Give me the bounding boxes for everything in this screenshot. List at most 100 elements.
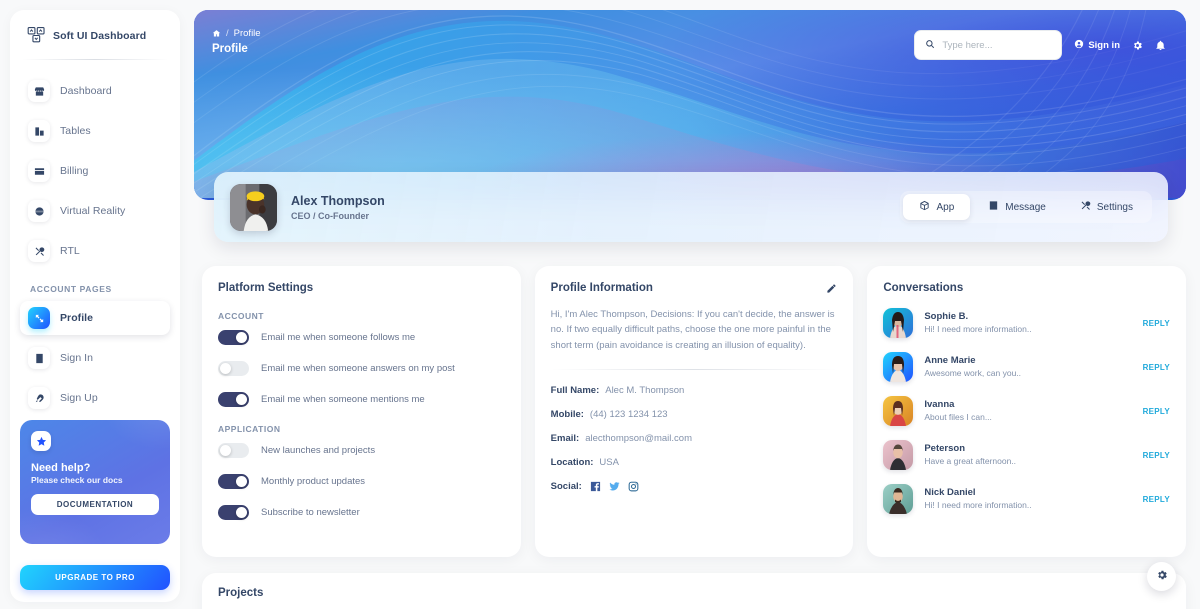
floating-settings-button[interactable] — [1147, 562, 1176, 591]
conversations-title: Conversations — [883, 282, 964, 294]
tab-settings[interactable]: Settings — [1064, 194, 1149, 220]
avatar — [883, 396, 914, 426]
sidebar-item-profile[interactable]: Profile — [20, 301, 170, 335]
conversation-message: Awesome work, can you.. — [924, 367, 1022, 378]
facebook-icon[interactable] — [590, 481, 601, 492]
toggle-monthly-updates[interactable] — [218, 474, 249, 489]
reply-button[interactable]: REPLY — [1143, 407, 1170, 416]
platform-settings-title: Platform Settings — [218, 282, 314, 294]
conversation-name: Ivanna — [924, 398, 955, 410]
vr-headset-icon — [28, 200, 50, 222]
documentation-button[interactable]: DOCUMENTATION — [31, 494, 159, 515]
setting-label: Monthly product updates — [261, 476, 366, 487]
list-item[interactable]: Nick Daniel Hi! I need more information.… — [883, 484, 1170, 514]
setting-row: Email me when someone mentions me — [218, 392, 505, 407]
pencil-edit-icon[interactable] — [826, 283, 837, 294]
cube-icon — [919, 200, 930, 214]
toggle-knob — [220, 363, 231, 374]
soft-ui-logo-icon — [27, 26, 46, 45]
list-item[interactable]: Peterson Have a great afternoon.. REPLY — [883, 440, 1170, 470]
info-key: Full Name: — [550, 385, 600, 397]
account-group-label: ACCOUNT — [218, 311, 264, 321]
profile-name: Alex Thompson — [291, 193, 385, 208]
sign-in-label: Sign in — [1088, 39, 1120, 51]
reply-button[interactable]: REPLY — [1143, 363, 1170, 372]
sidebar-item-sign-in[interactable]: Sign In — [20, 341, 170, 375]
sidebar-item-rtl[interactable]: RTL — [20, 234, 170, 268]
shop-icon — [28, 80, 50, 102]
projects-card: Projects — [202, 573, 1186, 609]
setting-row: Subscribe to newsletter — [218, 505, 505, 520]
reply-button[interactable]: REPLY — [1143, 495, 1170, 504]
tab-app[interactable]: App — [903, 194, 971, 220]
upgrade-to-pro-button[interactable]: UPGRADE TO PRO — [20, 565, 170, 590]
info-key: Email: — [550, 433, 580, 445]
avatar — [883, 308, 914, 338]
conversation-name: Peterson — [924, 442, 965, 454]
info-row-mobile: Mobile: (44) 123 1234 123 — [551, 409, 838, 420]
info-row-email: Email: alecthompson@mail.com — [551, 433, 838, 444]
cards-row: Platform Settings ACCOUNT Email me when … — [202, 266, 1187, 557]
search-input[interactable] — [942, 39, 1052, 51]
list-item[interactable]: Sophie B. Hi! I need more information.. … — [883, 308, 1170, 338]
sidebar-item-virtual-reality[interactable]: Virtual Reality — [20, 194, 170, 228]
toggle-answer-notification[interactable] — [218, 361, 249, 376]
sidebar-item-label: Billing — [60, 165, 89, 177]
toggle-new-launches[interactable] — [218, 443, 249, 458]
conversations-list: Sophie B. Hi! I need more information.. … — [883, 308, 1170, 514]
sidebar-section-label: ACCOUNT PAGES — [30, 284, 112, 294]
conversation-message: Hi! I need more information.. — [924, 499, 1032, 510]
sidebar-item-label: Sign In — [60, 352, 94, 364]
toggle-knob — [236, 332, 247, 343]
setting-row: Monthly product updates — [218, 474, 505, 489]
home-icon[interactable] — [212, 29, 221, 38]
conversation-message: Hi! I need more information.. — [924, 323, 1032, 334]
sidebar-item-tables[interactable]: Tables — [20, 114, 170, 148]
list-item[interactable]: Anne Marie Awesome work, can you.. REPLY — [883, 352, 1170, 382]
office-chart-icon — [28, 120, 50, 142]
setting-label: Email me when someone answers on my post — [261, 363, 455, 374]
sidebar-item-dashboard[interactable]: Dashboard — [20, 74, 170, 108]
sidebar-item-label: Profile — [60, 312, 94, 324]
conversation-name: Sophie B. — [924, 310, 969, 322]
list-item[interactable]: Ivanna About files I can... REPLY — [883, 396, 1170, 426]
sidebar-item-label: Sign Up — [60, 392, 98, 404]
list-item-text: Anne Marie Awesome work, can you.. — [924, 355, 1131, 379]
sign-in-button[interactable]: Sign in — [1074, 39, 1120, 52]
toggle-follow-notification[interactable] — [218, 330, 249, 345]
bell-icon[interactable] — [1155, 40, 1166, 51]
page-title: Profile — [212, 43, 248, 55]
setting-row: Email me when someone follows me — [218, 330, 505, 345]
breadcrumb-current[interactable]: Profile — [234, 28, 261, 39]
avatar — [230, 183, 277, 231]
message-doc-icon — [988, 200, 999, 214]
gear-icon[interactable] — [1132, 40, 1143, 51]
profile-tabs: App Message Settings — [900, 191, 1152, 223]
twitter-icon[interactable] — [609, 481, 620, 492]
toggle-newsletter[interactable] — [218, 505, 249, 520]
toggle-knob — [220, 445, 231, 456]
sidebar-item-billing[interactable]: Billing — [20, 154, 170, 188]
topbar: / Profile Profile Type here... Sign in — [194, 10, 1186, 72]
info-row-full-name: Full Name: Alec M. Thompson — [551, 385, 838, 396]
search-box[interactable] — [914, 30, 1063, 60]
reply-button[interactable]: REPLY — [1143, 319, 1170, 328]
info-key: Social: — [550, 481, 582, 493]
toggle-mention-notification[interactable] — [218, 392, 249, 407]
brand[interactable]: Soft UI Dashboard — [10, 10, 180, 59]
reply-button[interactable]: REPLY — [1143, 451, 1170, 460]
instagram-icon[interactable] — [628, 481, 639, 492]
gear-icon — [1156, 569, 1168, 584]
sidebar-item-sign-up[interactable]: Sign Up — [20, 381, 170, 415]
profile-role: CEO / Co-Founder — [291, 210, 369, 221]
info-key: Mobile: — [550, 409, 584, 421]
avatar — [883, 352, 914, 382]
sidebar-divider — [22, 59, 168, 60]
brand-name: Soft UI Dashboard — [53, 29, 147, 42]
toggle-knob — [236, 476, 247, 487]
avatar — [883, 484, 914, 514]
profile-information-title: Profile Information — [550, 282, 653, 294]
sidebar-panel: Soft UI Dashboard Dashboard Tables Billi… — [10, 10, 180, 602]
tab-message-label: Message — [1005, 201, 1046, 213]
tab-message[interactable]: Message — [972, 194, 1062, 220]
